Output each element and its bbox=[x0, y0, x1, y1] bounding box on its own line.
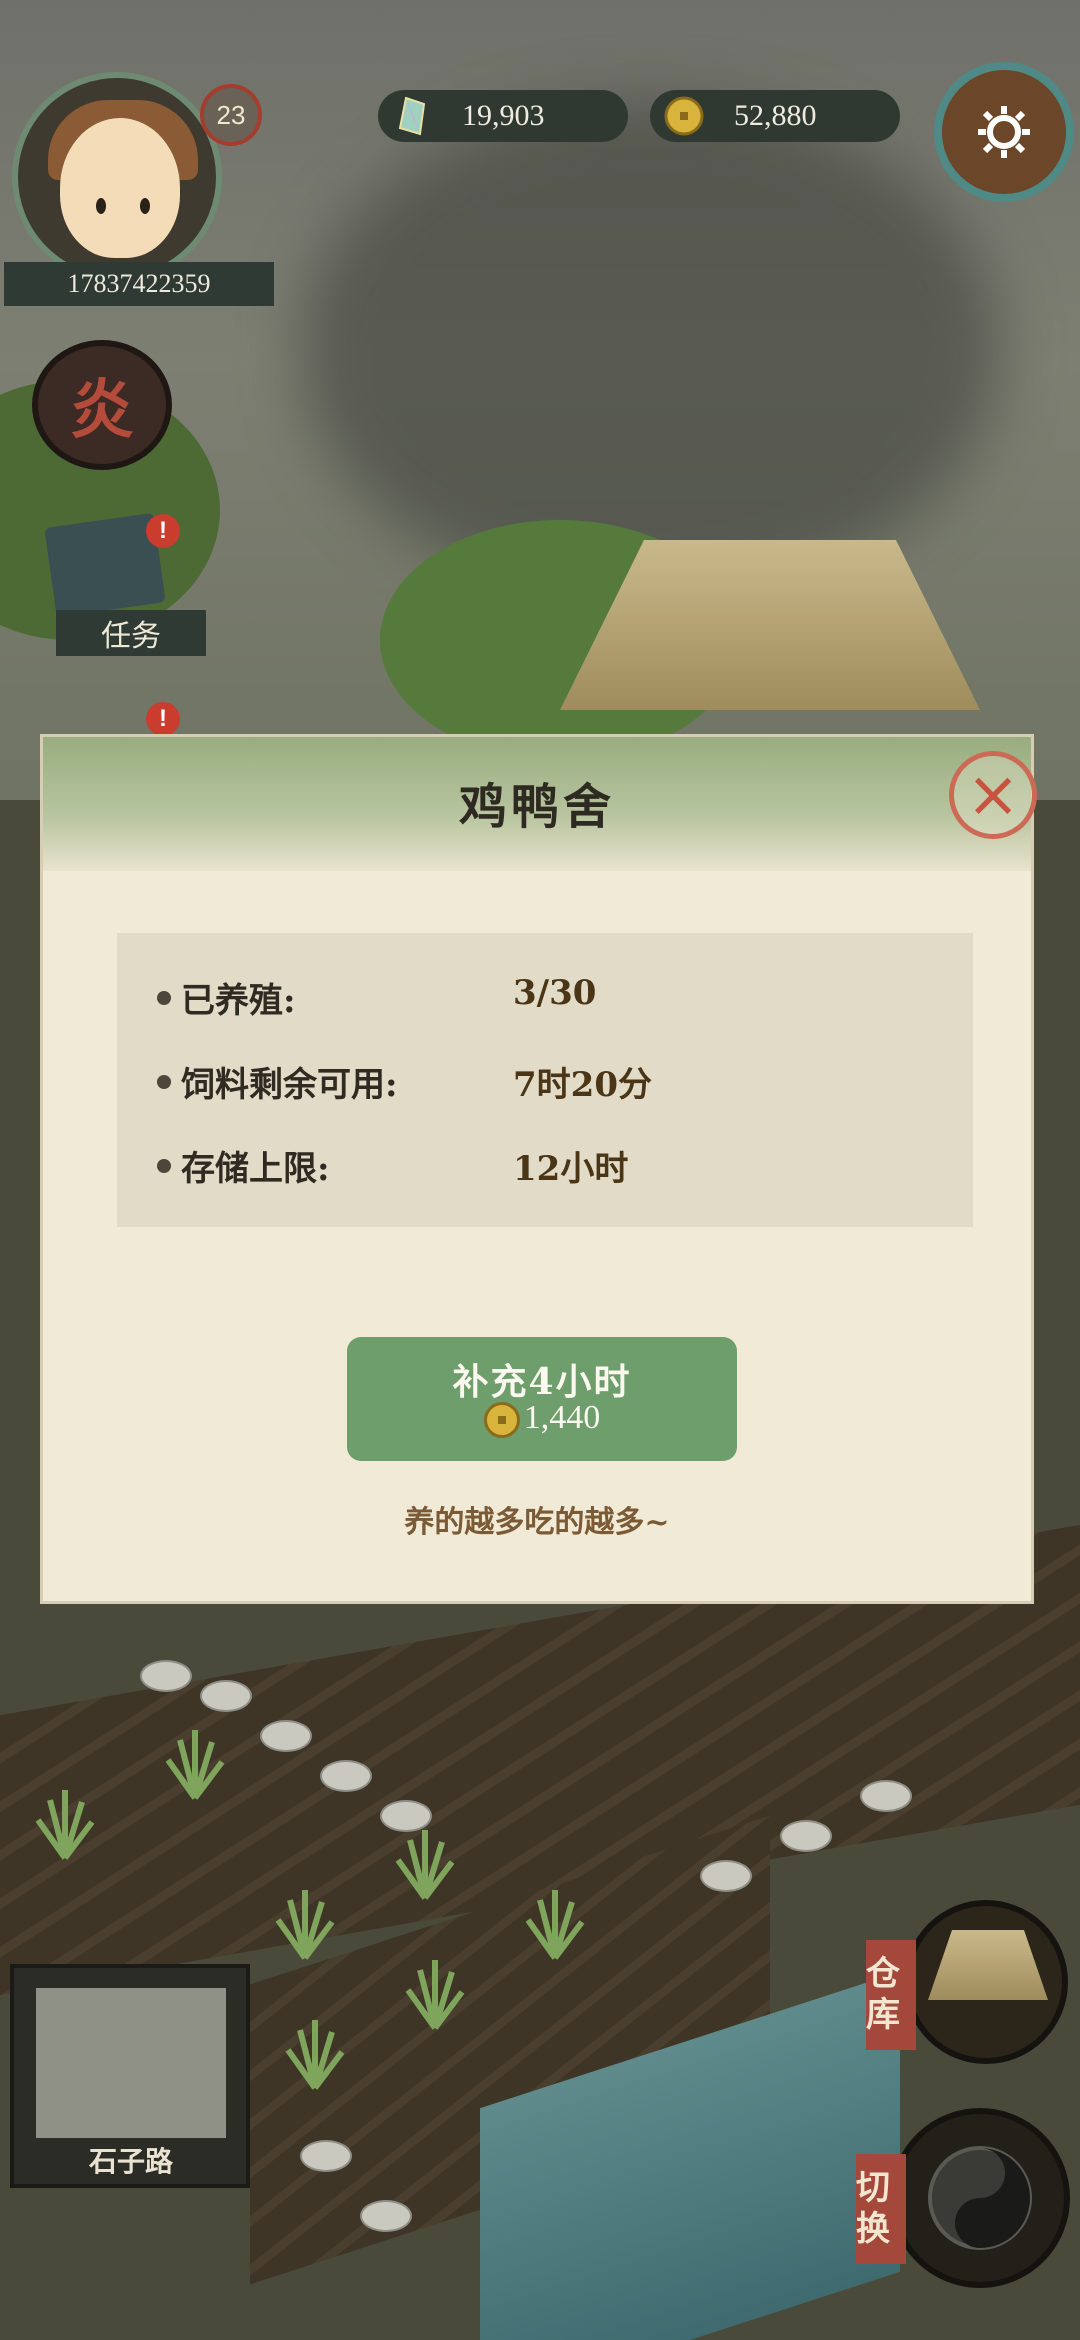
info-value: 3/30 bbox=[513, 973, 597, 1013]
task-label: 任务 bbox=[56, 610, 206, 656]
path-stone bbox=[700, 1860, 752, 1892]
path-stone bbox=[780, 1820, 832, 1852]
dialog-hint: 养的越多吃的越多~ bbox=[404, 1505, 670, 1540]
gear-icon bbox=[978, 106, 1030, 158]
player-avatar[interactable] bbox=[12, 72, 222, 282]
path-stone bbox=[260, 1720, 312, 1752]
crop-plant[interactable] bbox=[270, 1880, 340, 1960]
info-row-capacity: 存储上限: 12小时 bbox=[157, 1141, 628, 1201]
switch-button[interactable] bbox=[890, 2108, 1070, 2288]
fire-glyph: 炎 bbox=[70, 373, 134, 448]
settings-button[interactable] bbox=[934, 62, 1074, 202]
yin-yang-icon bbox=[928, 2146, 1032, 2250]
coop-info-panel: 已养殖: 3/30 饲料剩余可用: 7时20分 存储上限: 12小时 bbox=[117, 933, 973, 1227]
crop-plant[interactable] bbox=[280, 2010, 350, 2090]
refill-label: 补充4小时 bbox=[452, 1361, 632, 1403]
coop-dialog: 鸡鸭舍 × 已养殖: 3/30 饲料剩余可用: 7时20分 存储上限: 12小时… bbox=[40, 734, 1037, 1604]
close-button[interactable]: × bbox=[949, 751, 1037, 839]
warehouse-tag-text: 仓库 bbox=[866, 1954, 900, 2035]
coin-value: 52,880 bbox=[734, 99, 817, 132]
avatar-eye bbox=[96, 198, 106, 214]
player-id: 17837422359 bbox=[4, 262, 274, 306]
avatar-face bbox=[60, 118, 180, 258]
avatar-eye bbox=[140, 198, 150, 214]
switch-tag: 切换 bbox=[856, 2154, 906, 2264]
path-stone bbox=[860, 1780, 912, 1812]
coin-icon bbox=[483, 1402, 520, 1439]
path-stone bbox=[300, 2140, 352, 2172]
fire-event-button[interactable]: 炎 bbox=[32, 340, 172, 470]
warehouse-hut-icon bbox=[928, 1930, 1048, 2000]
info-value: 7时20分 bbox=[513, 1065, 652, 1105]
warehouse-button[interactable] bbox=[904, 1900, 1068, 2064]
info-row-feed: 饲料剩余可用: 7时20分 bbox=[157, 1057, 652, 1117]
coin-counter[interactable]: 52,880 bbox=[650, 90, 900, 142]
jade-counter[interactable]: 19,903 bbox=[378, 90, 628, 142]
crop-plant[interactable] bbox=[390, 1820, 460, 1900]
crop-plant[interactable] bbox=[160, 1720, 230, 1800]
alert-badge: ! bbox=[146, 702, 180, 736]
bullet-dot bbox=[157, 990, 171, 1005]
path-stone bbox=[140, 1660, 192, 1692]
info-row-raised: 已养殖: 3/30 bbox=[157, 973, 596, 1033]
info-value: 12小时 bbox=[513, 1149, 629, 1189]
bullet-dot bbox=[157, 1074, 171, 1089]
path-stone bbox=[200, 1680, 252, 1712]
item-label: 石子路 bbox=[88, 2145, 173, 2178]
crop-plant[interactable] bbox=[30, 1780, 100, 1860]
stone-path-preview bbox=[36, 1988, 226, 2138]
crop-plant[interactable] bbox=[400, 1950, 470, 2030]
info-label: 已养殖: bbox=[181, 981, 296, 1021]
warehouse-tag: 仓库 bbox=[866, 1940, 916, 2050]
selected-item-card[interactable]: 石子路 bbox=[10, 1964, 250, 2188]
task-alert-badge: ! bbox=[146, 514, 180, 548]
coin-icon bbox=[664, 96, 704, 136]
refill-feed-button[interactable]: 补充4小时 1,440 bbox=[347, 1337, 737, 1461]
jade-value: 19,903 bbox=[462, 99, 545, 132]
mist bbox=[300, 100, 1000, 600]
info-label: 饲料剩余可用: bbox=[181, 1065, 398, 1105]
close-icon: × bbox=[966, 758, 1020, 832]
crystal-icon bbox=[398, 96, 426, 136]
path-stone bbox=[320, 1760, 372, 1792]
switch-tag-text: 切换 bbox=[856, 2168, 890, 2249]
info-label: 存储上限: bbox=[181, 1149, 330, 1189]
level-badge: 23 bbox=[200, 84, 262, 146]
refill-cost-value: 1,440 bbox=[523, 1399, 601, 1436]
refill-cost: 1,440 bbox=[347, 1399, 737, 1439]
crop-plant[interactable] bbox=[520, 1880, 590, 1960]
dialog-title: 鸡鸭舍 bbox=[458, 779, 615, 835]
path-stone bbox=[360, 2200, 412, 2232]
bullet-dot bbox=[157, 1158, 171, 1173]
